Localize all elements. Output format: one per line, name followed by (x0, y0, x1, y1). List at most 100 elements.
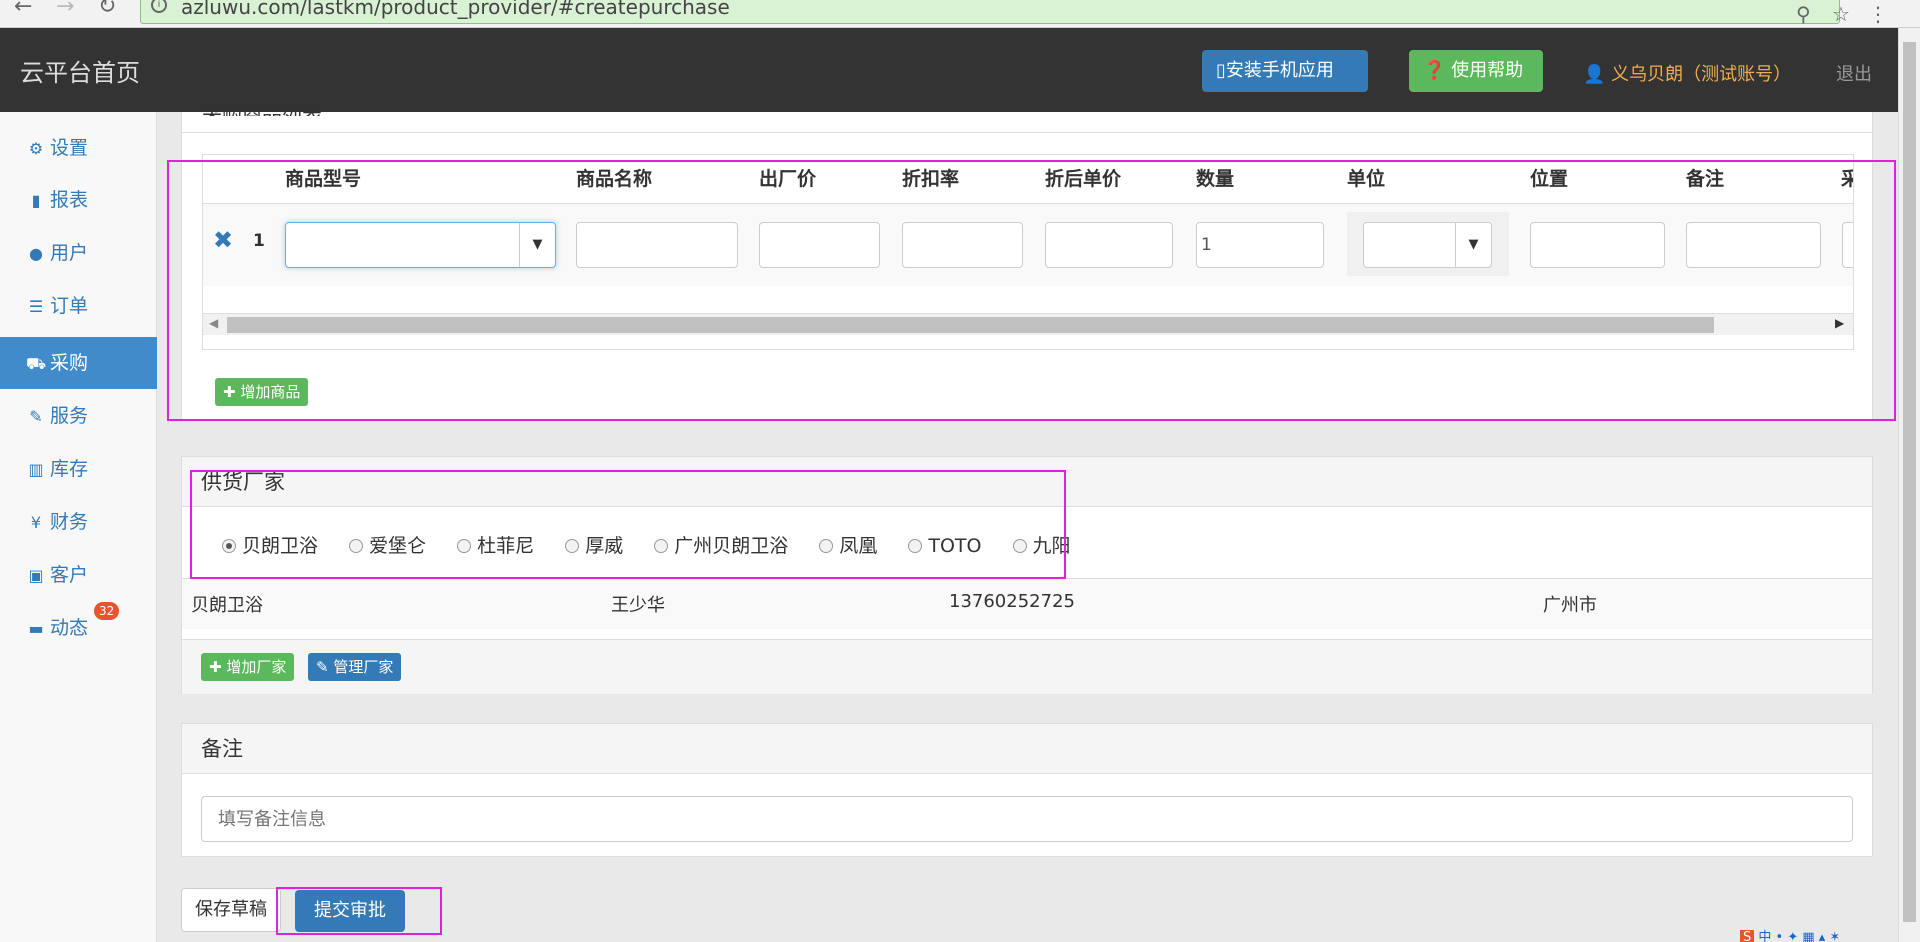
sidebar-item-purchase[interactable]: ⛟ 采购 (0, 337, 157, 389)
supplier-option[interactable]: 贝朗卫浴 (222, 535, 318, 557)
install-app-label: 安装手机应用 (1225, 60, 1334, 81)
remark-cell-input[interactable] (1686, 222, 1821, 268)
comment-icon: ▬ (28, 619, 44, 638)
user-menu[interactable]: 👤 义乌贝朗（测试账号） (1583, 60, 1791, 86)
cart-icon: ⛟ (26, 354, 47, 373)
row-index: 1 (253, 231, 265, 251)
page-scrollbar-thumb[interactable] (1903, 42, 1916, 922)
sidebar-item-reports[interactable]: ▮ 报表 (0, 174, 157, 226)
table-hscrollbar[interactable]: ◀ ▶ (203, 313, 1853, 335)
sidebar-item-label: 动态 (50, 617, 89, 639)
radio-icon[interactable] (349, 539, 364, 553)
radio-icon[interactable] (222, 539, 236, 553)
back-icon[interactable]: ← (14, 0, 32, 19)
supplier-option[interactable]: 厚威 (565, 535, 623, 557)
supplier-panel: 供货厂家 贝朗卫浴 爱堡仑 杜菲尼 厚威 广州贝朗卫浴 凤凰 TOTO 九阳 贝… (181, 456, 1873, 694)
page-scrollbar[interactable] (1898, 28, 1920, 942)
add-product-button[interactable]: ✚ 增加商品 (215, 378, 309, 406)
briefcase-icon: ▣ (28, 566, 44, 585)
pencil-icon: ✎ (316, 658, 329, 676)
quantity-input[interactable]: 1 (1196, 222, 1324, 268)
supplier-option-label: 九阳 (1032, 535, 1071, 557)
radio-icon[interactable] (457, 539, 472, 553)
radio-icon[interactable] (819, 539, 834, 553)
delete-row-icon[interactable]: ✖ (213, 226, 233, 254)
remarks-title: 备注 (182, 724, 1872, 774)
radio-icon[interactable] (654, 539, 669, 553)
install-app-button[interactable]: ▯安装手机应用 (1202, 50, 1368, 92)
bar-chart-icon: ▮ (31, 191, 41, 210)
supplier-option-label: 杜菲尼 (477, 535, 535, 557)
chevron-down-icon[interactable]: ▼ (1455, 223, 1491, 267)
sidebar-item-label: 采购 (50, 352, 89, 374)
sidebar-item-customers[interactable]: ▣ 客户 (0, 549, 157, 601)
radio-icon[interactable] (565, 539, 580, 553)
sidebar-item-inventory[interactable]: ▥ 库存 (0, 443, 157, 495)
table-hscrollbar-thumb[interactable] (227, 317, 1714, 333)
model-select[interactable]: ▼ (285, 222, 556, 268)
supplier-options: 贝朗卫浴 爱堡仑 杜菲尼 厚威 广州贝朗卫浴 凤凰 TOTO 九阳 (222, 531, 1071, 558)
supplier-option-label: 爱堡仑 (369, 535, 427, 557)
save-draft-button[interactable]: 保存草稿 (181, 888, 281, 932)
factory-price-input[interactable] (759, 222, 880, 268)
star-icon[interactable]: ☆ (1832, 2, 1850, 26)
menu-icon[interactable]: ⋮ (1868, 2, 1888, 26)
sidebar-item-settings[interactable]: ⚙ 设置 (0, 122, 157, 174)
table-row: ✖ 1 ▼ 1 ▼ (203, 204, 1853, 286)
question-icon: ❓ (1423, 60, 1446, 81)
remarks-input[interactable] (201, 796, 1853, 842)
sidebar-item-label: 设置 (50, 137, 89, 159)
sidebar-item-label: 客户 (50, 564, 89, 586)
unit-price-input[interactable] (1045, 222, 1173, 268)
supplier-option-label: 广州贝朗卫浴 (674, 535, 789, 557)
unit-cell: ▼ (1347, 212, 1509, 276)
submit-approval-button[interactable]: 提交审批 (295, 890, 405, 932)
col-header-model: 商品型号 (285, 168, 362, 190)
location-input[interactable] (1530, 222, 1665, 268)
radio-icon[interactable] (908, 539, 923, 553)
brand-link[interactable]: 云平台首页 (20, 53, 140, 88)
help-button[interactable]: ❓ 使用帮助 (1409, 50, 1543, 92)
user-icon: 👤 (1583, 64, 1606, 85)
col-header-unit: 单位 (1347, 168, 1386, 190)
supplier-option[interactable]: 爱堡仑 (349, 535, 426, 557)
supplier-phone: 13760252725 (949, 591, 1075, 612)
discount-input[interactable] (902, 222, 1023, 268)
logout-link[interactable]: 退出 (1836, 60, 1872, 86)
add-supplier-button[interactable]: ✚ 增加厂家 (201, 653, 295, 681)
supplier-option[interactable]: 凤凰 (819, 535, 877, 557)
radio-icon[interactable] (1012, 539, 1027, 553)
supplier-option[interactable]: 杜菲尼 (457, 535, 534, 557)
scroll-left-icon[interactable]: ◀ (209, 316, 218, 330)
col-header-unit-price: 折后单价 (1045, 168, 1122, 190)
info-icon[interactable]: i (151, 0, 167, 13)
sidebar-item-finance[interactable]: ¥ 财务 (0, 496, 157, 548)
forward-icon[interactable]: → (56, 0, 74, 19)
reload-icon[interactable]: ↻ (98, 0, 116, 19)
purchase-cell-input[interactable] (1842, 222, 1853, 268)
col-header-factory-price: 出厂价 (759, 168, 817, 190)
sidebar-item-label: 库存 (50, 458, 89, 480)
chevron-down-icon[interactable]: ▼ (519, 223, 555, 267)
address-bar[interactable]: i azluwu.com/lastkm/product_provider/#cr… (140, 0, 1840, 24)
supplier-option-label: 凤凰 (839, 535, 878, 557)
supplier-option[interactable]: TOTO (908, 535, 982, 557)
sidebar-item-orders[interactable]: ☰ 订单 (0, 280, 157, 332)
wrench-icon: ✎ (29, 407, 43, 426)
supplier-option-label: 贝朗卫浴 (242, 535, 319, 557)
panel-divider (182, 132, 1872, 133)
sidebar-item-service[interactable]: ✎ 服务 (0, 390, 157, 442)
unit-select[interactable]: ▼ (1363, 222, 1492, 268)
supplier-option[interactable]: 广州贝朗卫浴 (654, 535, 788, 557)
product-name-input[interactable] (576, 222, 738, 268)
list-icon: ☰ (28, 297, 44, 316)
manage-supplier-button[interactable]: ✎ 管理厂家 (308, 653, 402, 681)
supplier-option[interactable]: 九阳 (1012, 535, 1071, 557)
search-icon[interactable]: ⚲ (1796, 2, 1811, 26)
col-header-name: 商品名称 (576, 168, 653, 190)
col-header-location: 位置 (1530, 168, 1569, 190)
sidebar-item-activity[interactable]: ▬ 动态 32 (0, 602, 157, 654)
scroll-right-icon[interactable]: ▶ (1835, 316, 1844, 330)
ime-toolbar[interactable]: S 中 • ✦ ▦ ▴ ✶ (1740, 926, 1890, 942)
sidebar-item-users[interactable]: ● 用户 (0, 227, 157, 279)
